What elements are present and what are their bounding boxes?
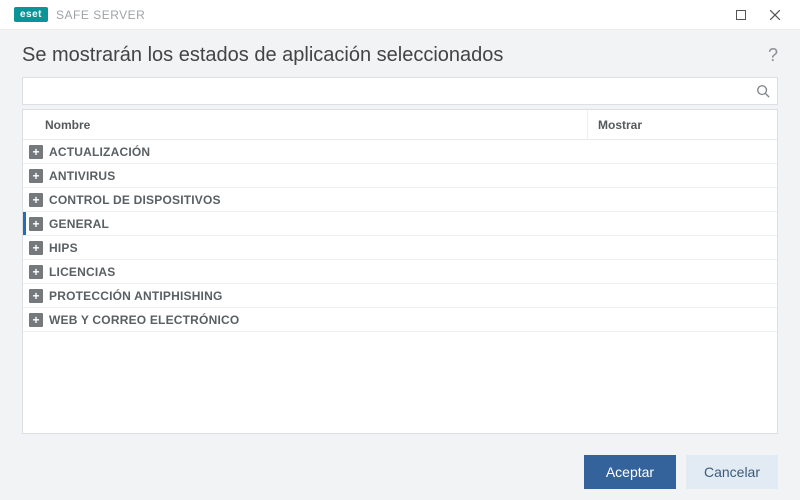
product-name: SAFE SERVER	[56, 8, 145, 22]
row-label: ANTIVIRUS	[49, 169, 115, 183]
titlebar: eset SAFE SERVER	[0, 0, 800, 30]
expand-icon[interactable]: +	[29, 193, 43, 207]
brand-badge: eset	[14, 7, 48, 22]
expand-icon[interactable]: +	[29, 145, 43, 159]
row-label: LICENCIAS	[49, 265, 115, 279]
accept-button[interactable]: Aceptar	[584, 455, 676, 489]
row-label: PROTECCIÓN ANTIPHISHING	[49, 289, 223, 303]
row-label: WEB Y CORREO ELECTRÓNICO	[49, 313, 239, 327]
row-label: HIPS	[49, 241, 78, 255]
column-header-name[interactable]: Nombre	[23, 110, 587, 139]
table-row[interactable]: + CONTROL DE DISPOSITIVOS	[23, 188, 777, 212]
expand-icon[interactable]: +	[29, 265, 43, 279]
table-row[interactable]: + ANTIVIRUS	[23, 164, 777, 188]
search-icon[interactable]	[749, 84, 777, 98]
content-area: Nombre Mostrar +ACTUALIZACIÓN+ANTIVIRUS+…	[0, 77, 800, 444]
close-icon	[770, 10, 780, 20]
states-table: Nombre Mostrar +ACTUALIZACIÓN+ANTIVIRUS+…	[22, 109, 778, 434]
search-input[interactable]	[23, 78, 749, 104]
expand-icon[interactable]: +	[29, 241, 43, 255]
close-button[interactable]	[758, 1, 792, 29]
table-header: Nombre Mostrar	[23, 110, 777, 140]
row-label: ACTUALIZACIÓN	[49, 145, 150, 159]
table-row[interactable]: + GENERAL	[23, 212, 777, 236]
column-header-mostrar[interactable]: Mostrar	[587, 110, 777, 139]
expand-icon[interactable]: +	[29, 289, 43, 303]
table-row[interactable]: + WEB Y CORREO ELECTRÓNICO	[23, 308, 777, 332]
row-label: CONTROL DE DISPOSITIVOS	[49, 193, 221, 207]
table-row[interactable]: + HIPS	[23, 236, 777, 260]
table-row[interactable]: + PROTECCIÓN ANTIPHISHING	[23, 284, 777, 308]
search-bar	[22, 77, 778, 105]
expand-icon[interactable]: +	[29, 169, 43, 183]
window: eset SAFE SERVER Se mostrarán los estado…	[0, 0, 800, 500]
table-body: + ACTUALIZACIÓN + ANTIVIRUS + CONTROL DE DISP…	[23, 140, 777, 433]
maximize-button[interactable]	[724, 1, 758, 29]
expand-icon[interactable]: +	[29, 217, 43, 231]
help-icon[interactable]: ?	[768, 45, 778, 66]
table-row[interactable]: + LICENCIAS	[23, 260, 777, 284]
row-label: GENERAL	[49, 217, 109, 231]
maximize-icon	[736, 10, 746, 20]
cancel-button[interactable]: Cancelar	[686, 455, 778, 489]
dialog-footer: Aceptar Cancelar	[0, 444, 800, 500]
page-header: Se mostrarán los estados de aplicación s…	[0, 30, 800, 77]
expand-icon[interactable]: +	[29, 313, 43, 327]
page-title: Se mostrarán los estados de aplicación s…	[22, 44, 768, 67]
table-row[interactable]: + ACTUALIZACIÓN	[23, 140, 777, 164]
